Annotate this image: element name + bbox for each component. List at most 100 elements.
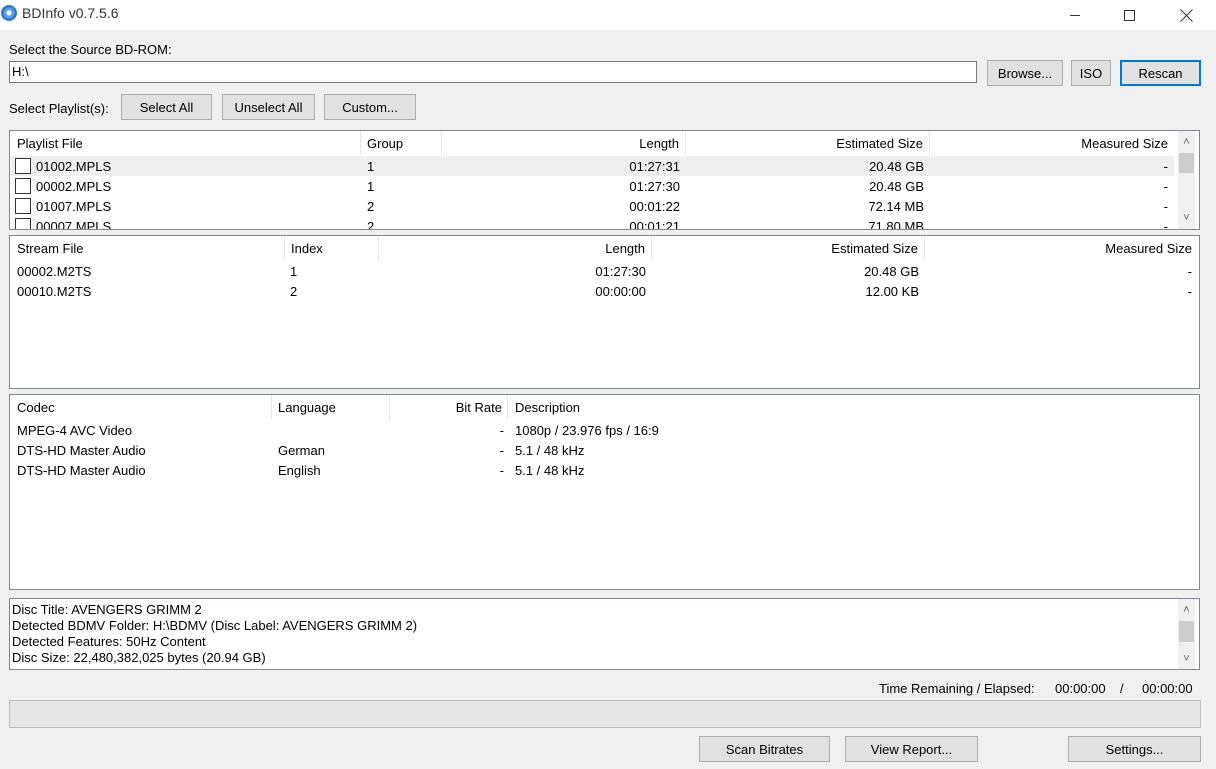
minimize-icon	[1070, 14, 1080, 16]
playlist-length: 00:01:21	[629, 218, 680, 230]
select-all-button[interactable]: Select All	[121, 94, 212, 120]
playlist-checkbox[interactable]	[15, 218, 31, 229]
stream-index: 1	[290, 263, 298, 279]
source-label: Select the Source BD-ROM:	[9, 42, 172, 57]
time-remaining-label: Time Remaining / Elapsed:	[879, 681, 1035, 696]
codec-description: 5.1 / 48 kHz	[515, 462, 585, 478]
playlist-length: 01:27:31	[629, 158, 680, 174]
scan-progress-bar	[9, 700, 1201, 728]
disc-info-line: Detected BDMV Folder: H:\BDMV (Disc Labe…	[12, 618, 418, 633]
time-remaining-value: 00:00:00	[1055, 681, 1106, 696]
playlist-measured-size: -	[1163, 198, 1168, 214]
playlist-measured-size: -	[1163, 158, 1168, 174]
chevron-up-icon[interactable]: ˄	[1178, 133, 1195, 150]
playlist-scrollbar[interactable]: ˄ ˅	[1178, 131, 1195, 229]
select-playlists-label: Select Playlist(s):	[9, 101, 109, 116]
column-header-language[interactable]: Language	[272, 395, 390, 419]
chevron-up-icon[interactable]: ˄	[1178, 601, 1195, 618]
column-header-index[interactable]: Index	[285, 236, 379, 260]
column-header-playlist-file[interactable]: Playlist File	[10, 131, 361, 155]
codec-bit-rate: -	[499, 422, 504, 438]
bdinfo-app-icon	[1, 5, 17, 21]
iso-button[interactable]: ISO	[1071, 60, 1111, 86]
rescan-button[interactable]: Rescan	[1120, 60, 1201, 86]
stream-estimated-size: 12.00 KB	[865, 283, 920, 299]
source-path-input[interactable]: H:\	[9, 61, 977, 83]
stream-measured-size: -	[1187, 283, 1192, 299]
disc-info-line: Disc Size: 22,480,382,025 bytes (20.94 G…	[12, 650, 266, 665]
codec-name: DTS-HD Master Audio	[17, 442, 146, 458]
playlist-file: 00007.MPLS	[36, 218, 112, 230]
playlist-estimated-size: 71.80 MB	[868, 218, 924, 230]
column-header-estimated-size[interactable]: Estimated Size	[652, 236, 925, 260]
custom-button[interactable]: Custom...	[324, 94, 416, 120]
codec-description: 1080p / 23.976 fps / 16:9	[515, 422, 659, 438]
scrollbar-thumb[interactable]	[1179, 153, 1194, 173]
column-header-bit-rate[interactable]: Bit Rate	[390, 395, 508, 419]
settings-button[interactable]: Settings...	[1068, 736, 1201, 762]
column-header-length[interactable]: Length	[442, 131, 686, 155]
scan-bitrates-button[interactable]: Scan Bitrates	[699, 736, 830, 762]
scrollbar-thumb[interactable]	[1179, 621, 1194, 642]
disc-info-textarea[interactable]: Disc Title: AVENGERS GRIMM 2 Detected BD…	[9, 598, 1200, 670]
disc-info-line: Disc Title: AVENGERS GRIMM 2	[12, 602, 202, 617]
stream-list[interactable]: Stream File Index Length Estimated Size …	[9, 235, 1200, 389]
playlist-group: 1	[367, 178, 375, 194]
playlist-list[interactable]: Playlist File Group Length Estimated Siz…	[9, 130, 1200, 230]
playlist-length: 00:01:22	[629, 198, 680, 214]
codec-bit-rate: -	[499, 462, 504, 478]
playlist-estimated-size: 72.14 MB	[868, 198, 924, 214]
playlist-checkbox[interactable]	[15, 158, 31, 174]
stream-file: 00010.M2TS	[17, 283, 92, 299]
browse-button[interactable]: Browse...	[987, 60, 1063, 86]
playlist-estimated-size: 20.48 GB	[869, 158, 924, 174]
column-header-description[interactable]: Description	[508, 395, 1188, 419]
codec-name: MPEG-4 AVC Video	[17, 422, 133, 438]
stream-estimated-size: 20.48 GB	[864, 263, 919, 279]
stream-file: 00002.M2TS	[17, 263, 92, 279]
codec-list[interactable]: Codec Language Bit Rate Description MPEG…	[9, 394, 1200, 590]
title-bar: BDInfo v0.7.5.6	[0, 0, 1216, 30]
codec-bit-rate: -	[499, 442, 504, 458]
window-title: BDInfo v0.7.5.6	[22, 5, 119, 21]
playlist-group: 2	[367, 198, 375, 214]
column-header-group[interactable]: Group	[361, 131, 442, 155]
column-header-codec[interactable]: Codec	[10, 395, 272, 419]
maximize-icon	[1123, 9, 1135, 21]
playlist-checkbox[interactable]	[15, 178, 31, 194]
stream-measured-size: -	[1187, 263, 1192, 279]
minimize-button[interactable]	[1052, 0, 1098, 30]
maximize-button[interactable]	[1106, 0, 1152, 30]
playlist-checkbox[interactable]	[15, 198, 31, 214]
playlist-file: 01002.MPLS	[36, 158, 112, 174]
playlist-estimated-size: 20.48 GB	[869, 178, 924, 194]
disc-info-scrollbar[interactable]: ˄ ˅	[1178, 599, 1195, 669]
time-elapsed-value: 00:00:00	[1142, 681, 1193, 696]
unselect-all-button[interactable]: Unselect All	[222, 94, 315, 120]
close-button[interactable]	[1164, 0, 1210, 30]
playlist-group: 1	[367, 158, 375, 174]
codec-language: German	[278, 442, 325, 458]
close-icon	[1180, 8, 1194, 22]
playlist-file: 01007.MPLS	[36, 198, 112, 214]
codec-description: 5.1 / 48 kHz	[515, 442, 585, 458]
column-header-measured-size[interactable]: Measured Size	[925, 236, 1198, 260]
view-report-button[interactable]: View Report...	[845, 736, 978, 762]
time-separator: /	[1120, 681, 1124, 696]
column-header-length[interactable]: Length	[379, 236, 652, 260]
playlist-group: 2	[367, 218, 375, 230]
disc-info-line: Detected Features: 50Hz Content	[12, 634, 206, 649]
stream-length: 01:27:30	[595, 263, 646, 279]
column-header-estimated-size[interactable]: Estimated Size	[686, 131, 930, 155]
column-header-stream-file[interactable]: Stream File	[10, 236, 285, 260]
chevron-down-icon[interactable]: ˅	[1178, 650, 1195, 667]
stream-length: 00:00:00	[595, 283, 646, 299]
chevron-down-icon[interactable]: ˅	[1178, 209, 1195, 226]
stream-index: 2	[290, 283, 298, 299]
playlist-file: 00002.MPLS	[36, 178, 112, 194]
column-header-measured-size[interactable]: Measured Size	[930, 131, 1174, 155]
codec-language: English	[278, 462, 321, 478]
playlist-length: 01:27:30	[629, 178, 680, 194]
playlist-measured-size: -	[1163, 178, 1168, 194]
codec-name: DTS-HD Master Audio	[17, 462, 146, 478]
